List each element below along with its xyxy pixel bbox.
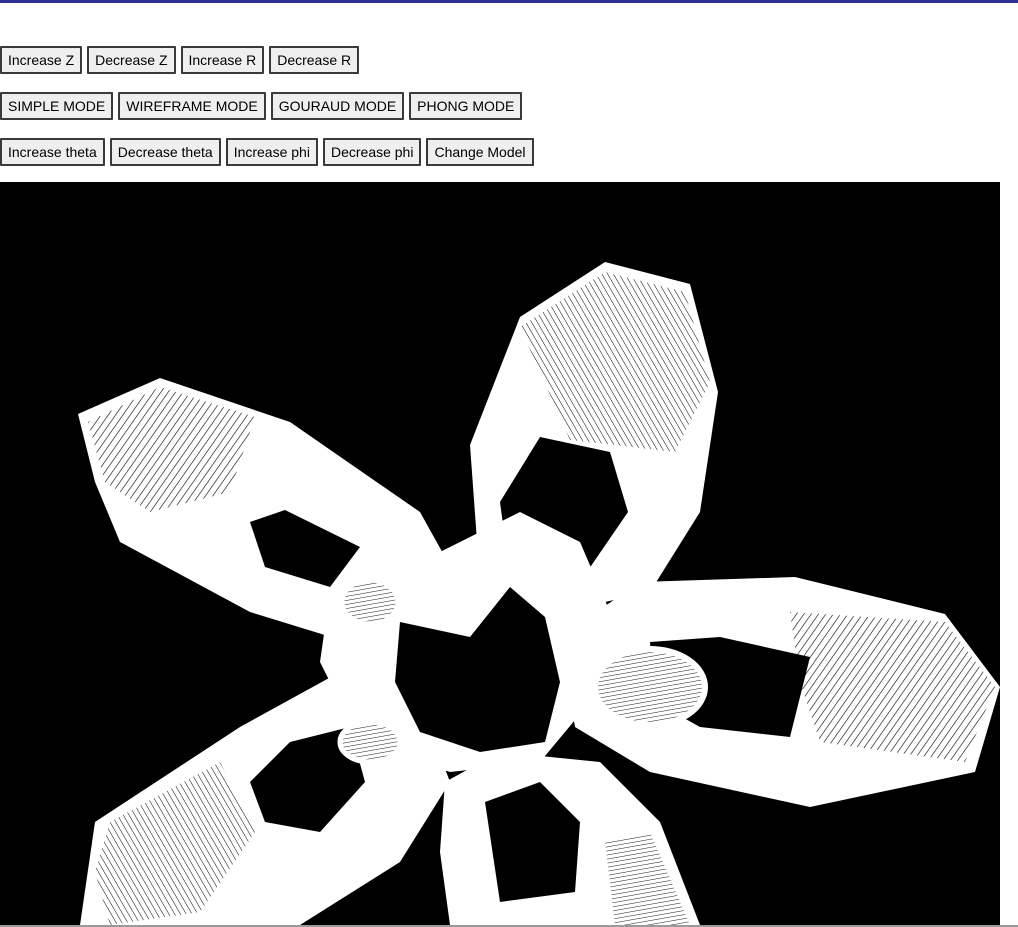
decrease-phi-button[interactable]: Decrease phi [322, 138, 422, 166]
camera-angle-controls: Increase theta Decrease theta Increase p… [0, 138, 534, 166]
simple-mode-button[interactable]: SIMPLE MODE [0, 92, 114, 120]
increase-z-button[interactable]: Increase Z [0, 46, 83, 74]
gouraud-mode-button[interactable]: GOURAUD MODE [270, 92, 405, 120]
increase-theta-button[interactable]: Increase theta [0, 138, 105, 166]
phong-mode-button[interactable]: PHONG MODE [409, 92, 523, 120]
change-model-button[interactable]: Change Model [426, 138, 534, 166]
decrease-theta-button[interactable]: Decrease theta [109, 138, 221, 166]
decrease-r-button[interactable]: Decrease R [269, 46, 360, 74]
zoom-radius-controls: Increase Z Decrease Z Increase R Decreas… [0, 46, 360, 74]
render-mode-controls: SIMPLE MODE WIREFRAME MODE GOURAUD MODE … [0, 92, 523, 120]
wireframe-mode-button[interactable]: WIREFRAME MODE [118, 92, 266, 120]
rendered-model [78, 262, 1000, 925]
model-petal-lower-right [440, 752, 700, 925]
increase-phi-button[interactable]: Increase phi [225, 138, 318, 166]
decrease-z-button[interactable]: Decrease Z [87, 46, 176, 74]
accent-top-bar [0, 0, 1018, 3]
webgl-canvas[interactable] [0, 182, 1000, 925]
increase-r-button[interactable]: Increase R [180, 46, 265, 74]
